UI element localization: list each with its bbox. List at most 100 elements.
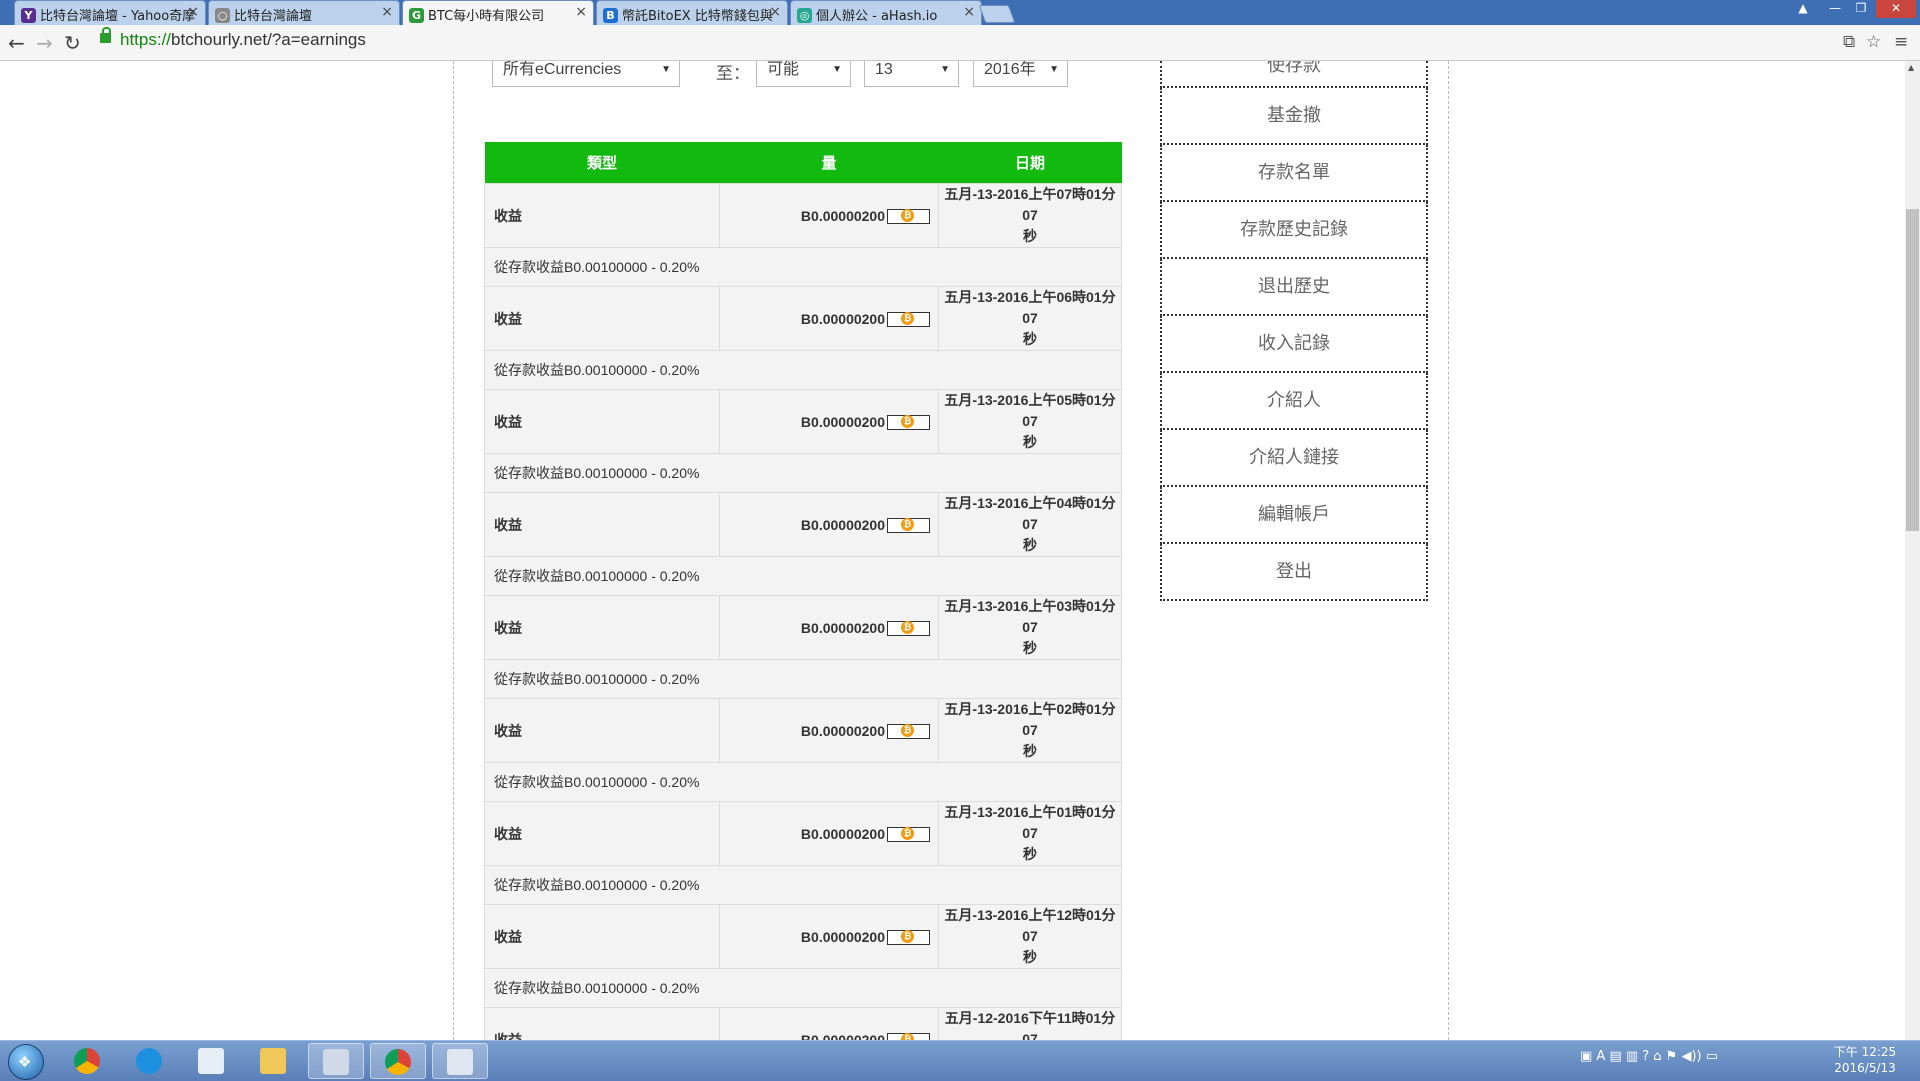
- day-select[interactable]: 13 ▼: [864, 61, 959, 87]
- menu-item-9[interactable]: 登出: [1160, 544, 1428, 601]
- menu-item-1[interactable]: 基金撤: [1160, 88, 1428, 145]
- minimize-icon[interactable]: —: [1822, 0, 1848, 18]
- year-select-value: 2016年: [984, 61, 1036, 78]
- scroll-up-arrow-icon[interactable]: ▲: [1908, 63, 1914, 72]
- chevron-down-icon: ▼: [832, 64, 842, 75]
- tab-title: 幣託BitoEX 比特幣錢包與: [622, 9, 773, 24]
- row-amount-value: B0.00000200: [800, 413, 885, 430]
- scrollbar-thumb[interactable]: [1906, 209, 1919, 531]
- taskbar-app[interactable]: [308, 1043, 364, 1079]
- bitcoin-icon: [887, 620, 930, 636]
- back-arrow-icon[interactable]: ←: [8, 31, 25, 55]
- tab-strip: Y 比特台灣論壇 - Yahoo奇摩 × ○ 比特台灣論壇 × G BTC每小時有限公…: [0, 0, 1920, 25]
- chevron-down-icon: ▼: [661, 64, 671, 75]
- tab-title: 比特台灣論壇 - Yahoo奇摩: [40, 9, 195, 24]
- row-date: 五月-13-2016上午06時01分07 秒: [938, 286, 1122, 351]
- menu-item-7[interactable]: 介紹人鏈接: [1160, 430, 1428, 487]
- folder-icon: [260, 1048, 286, 1074]
- bitcoin-icon: [887, 1032, 930, 1040]
- table-row-description: 從存款收益B0.00100000 - 0.20%: [484, 350, 1122, 390]
- to-label: 至：: [716, 64, 750, 84]
- row-amount-value: B0.00000200: [800, 722, 885, 739]
- taskbar-home[interactable]: [184, 1043, 240, 1079]
- row-type: 收益: [484, 492, 720, 557]
- taskbar-chrome-pinned[interactable]: [60, 1043, 116, 1079]
- table-row: 收益 B0.00000200 五月-13-2016上午06時01分07 秒: [484, 286, 1122, 351]
- currency-select[interactable]: 所有eCurrencies ▼: [492, 61, 680, 87]
- row-date-line1: 五月-13-2016上午06時01分07: [944, 289, 1116, 326]
- taskbar-ie[interactable]: [122, 1043, 178, 1079]
- menu-item-5[interactable]: 收入記錄: [1160, 316, 1428, 373]
- browser-tab-5[interactable]: ◎ 個人辦公 - aHash.io ×: [790, 0, 982, 25]
- reload-icon[interactable]: ↻: [64, 31, 81, 55]
- menu-hamburger-icon[interactable]: ≡: [1894, 32, 1908, 52]
- bitcoin-icon: [887, 723, 930, 739]
- forward-arrow-icon[interactable]: →: [36, 31, 53, 55]
- row-date: 五月-13-2016上午01時01分07 秒: [938, 801, 1122, 866]
- row-type: 收益: [484, 904, 720, 969]
- menu-item-8[interactable]: 編輯帳戶: [1160, 487, 1428, 544]
- bookmark-star-icon[interactable]: ☆: [1866, 32, 1881, 52]
- account-menu: 使存款 基金撤 存款名單 存款歷史記錄 退出歷史 收入記錄 介紹人 介紹人鏈接 編輯帳戶 登出: [1160, 61, 1428, 601]
- table-row-description: 從存款收益B0.00100000 - 0.20%: [484, 968, 1122, 1008]
- browser-tab-1[interactable]: Y 比特台灣論壇 - Yahoo奇摩 ×: [14, 0, 206, 25]
- url-path: btchourly.net/?a=earnings: [171, 30, 366, 49]
- row-type: 收益: [484, 183, 720, 248]
- start-button[interactable]: ❖: [8, 1044, 44, 1080]
- table-row-description: 從存款收益B0.00100000 - 0.20%: [484, 453, 1122, 493]
- year-select[interactable]: 2016年 ▼: [973, 61, 1068, 87]
- menu-item-4[interactable]: 退出歷史: [1160, 259, 1428, 316]
- menu-item-2[interactable]: 存款名單: [1160, 145, 1428, 202]
- taskbar-explorer[interactable]: [246, 1043, 302, 1079]
- table-row-description: 從存款收益B0.00100000 - 0.20%: [484, 556, 1122, 596]
- close-tab-icon[interactable]: ×: [963, 4, 975, 20]
- tab-title: 個人辦公 - aHash.io: [816, 9, 938, 24]
- translate-icon[interactable]: ⧉: [1843, 32, 1855, 52]
- new-tab-button[interactable]: [978, 5, 1016, 23]
- row-date-line1: 五月-13-2016上午01時01分07: [944, 804, 1116, 841]
- close-tab-icon[interactable]: ×: [575, 4, 587, 20]
- menu-item-3[interactable]: 存款歷史記錄: [1160, 202, 1428, 259]
- status-select[interactable]: 可能 ▼: [756, 61, 851, 87]
- table-row: 收益 B0.00000200 五月-13-2016上午05時01分07 秒: [484, 389, 1122, 454]
- chrome-icon: [74, 1048, 100, 1074]
- row-type: 收益: [484, 698, 720, 763]
- row-amount-value: B0.00000200: [800, 928, 885, 945]
- taskbar-clock[interactable]: 下午 12:25 2016/5/13: [1825, 1044, 1905, 1076]
- vertical-scrollbar[interactable]: ▲: [1905, 61, 1920, 1040]
- yahoo-favicon-icon: Y: [21, 8, 36, 23]
- row-amount-value: B0.00000200: [800, 516, 885, 533]
- earnings-table: 類型 量 日期 收益 B0.00000200 五月-13-2016上午07時01分0…: [484, 142, 1122, 1040]
- close-tab-icon[interactable]: ×: [769, 4, 781, 20]
- close-tab-icon[interactable]: ×: [381, 4, 393, 20]
- close-tab-icon[interactable]: ×: [187, 4, 199, 20]
- bitcoin-icon: [887, 517, 930, 533]
- taskbar-calculator[interactable]: [432, 1043, 488, 1079]
- browser-tab-2[interactable]: ○ 比特台灣論壇 ×: [208, 0, 400, 25]
- menu-item-0[interactable]: 使存款: [1160, 61, 1428, 88]
- address-bar[interactable]: https://btchourly.net/?a=earnings: [120, 30, 366, 50]
- close-window-icon[interactable]: ✕: [1876, 0, 1916, 18]
- browser-tab-3-active[interactable]: G BTC每小時有限公司 ×: [402, 0, 594, 25]
- row-description: 從存款收益B0.00100000 - 0.20%: [484, 453, 1122, 493]
- row-date-line2: 秒: [1023, 331, 1037, 347]
- row-description: 從存款收益B0.00100000 - 0.20%: [484, 556, 1122, 596]
- table-header-row: 類型 量 日期: [484, 142, 1122, 184]
- row-date: 五月-13-2016上午02時01分07 秒: [938, 698, 1122, 763]
- table-row: 收益 B0.00000200 五月-13-2016上午12時01分07 秒: [484, 904, 1122, 969]
- row-amount: B0.00000200: [719, 595, 939, 660]
- table-row: 收益 B0.00000200 五月-13-2016上午07時01分07 秒: [484, 183, 1122, 248]
- browser-tab-4[interactable]: B 幣託BitoEX 比特幣錢包與 ×: [596, 0, 788, 25]
- column-header-type: 類型: [484, 142, 720, 184]
- user-icon[interactable]: ▲: [1790, 0, 1816, 18]
- layout-guide-right: [1448, 61, 1449, 1040]
- system-tray[interactable]: ▣ A ▤ ▥ ? ⌂ ⚑ ◀)) ▭: [1580, 1049, 1718, 1064]
- row-description: 從存款收益B0.00100000 - 0.20%: [484, 762, 1122, 802]
- chevron-down-icon: ▼: [940, 64, 950, 75]
- menu-item-6[interactable]: 介紹人: [1160, 373, 1428, 430]
- status-select-value: 可能: [767, 61, 800, 78]
- restore-icon[interactable]: ❐: [1848, 0, 1874, 18]
- clock-date: 2016/5/13: [1834, 1061, 1896, 1075]
- row-date-line1: 五月-13-2016上午05時01分07: [944, 392, 1116, 429]
- taskbar-chrome-running[interactable]: [370, 1043, 426, 1079]
